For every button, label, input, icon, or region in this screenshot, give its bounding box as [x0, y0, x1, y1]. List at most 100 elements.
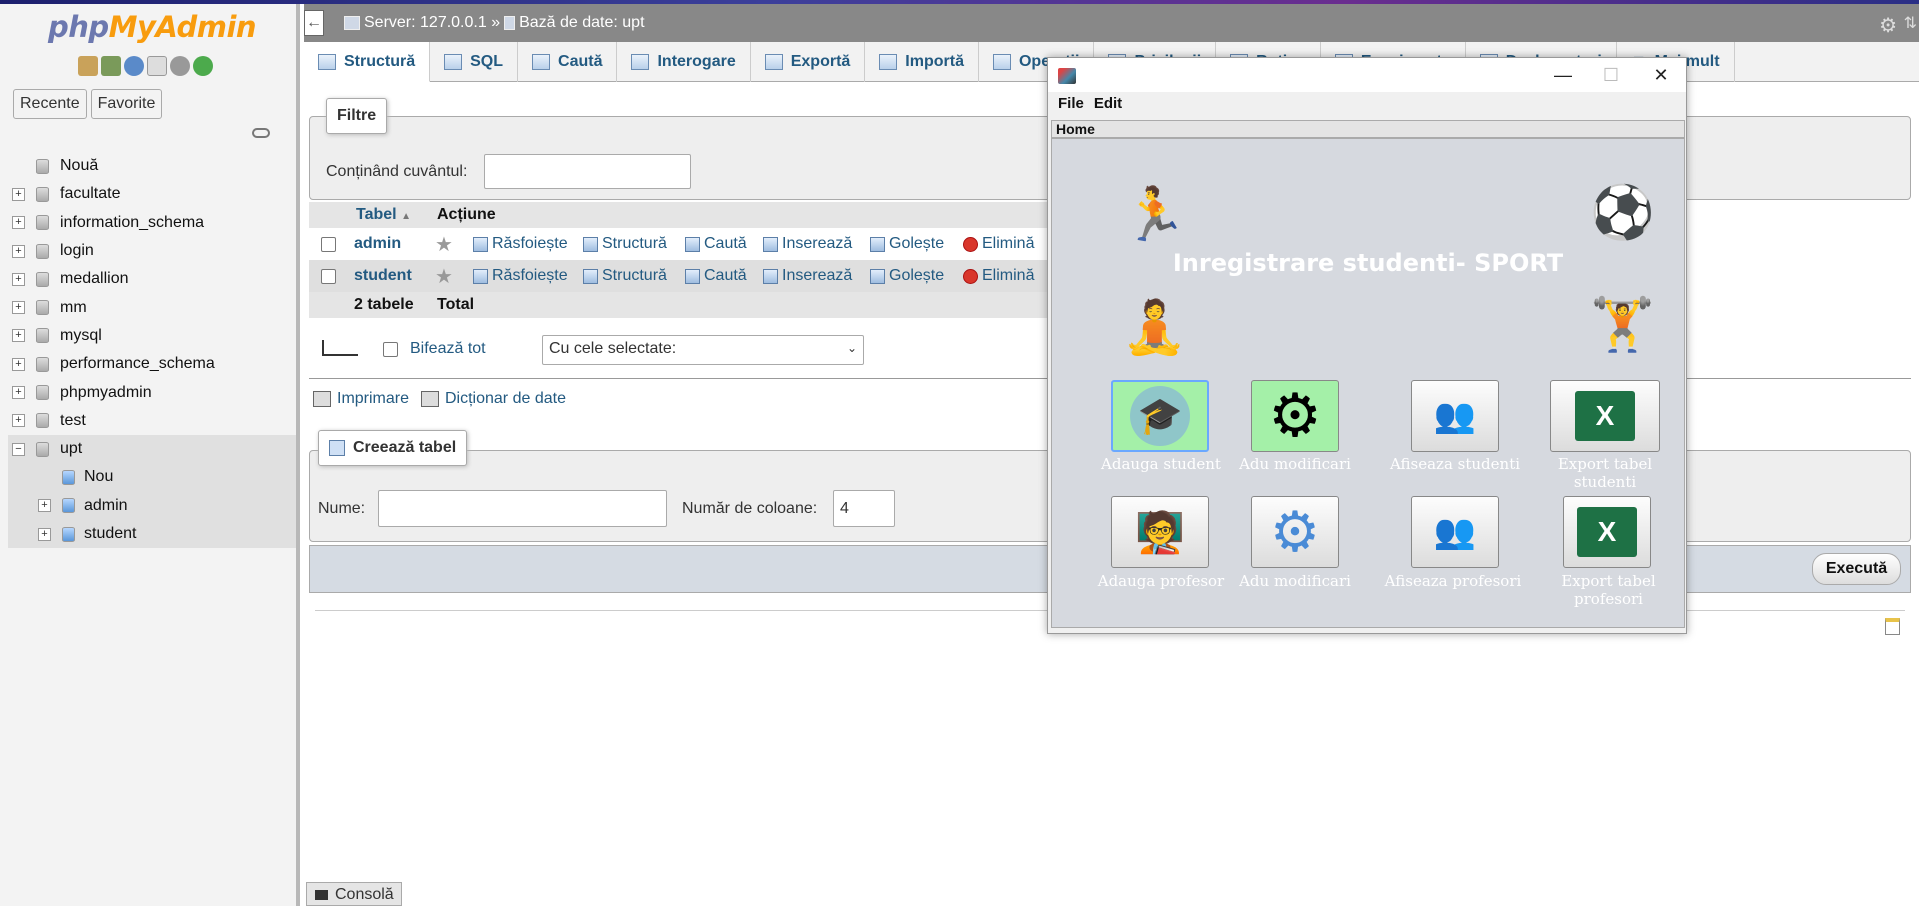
- row-checkbox[interactable]: [321, 268, 336, 284]
- drop-link[interactable]: Elimină: [963, 267, 1034, 285]
- tab-sql[interactable]: SQL: [430, 42, 519, 82]
- insert-link[interactable]: Inserează: [763, 267, 852, 285]
- empty-link[interactable]: Golește: [870, 235, 944, 253]
- reload-icon[interactable]: [193, 56, 213, 76]
- tab-structure[interactable]: Structură: [304, 42, 431, 82]
- link-with-main-icon[interactable]: [252, 128, 270, 138]
- check-all-label[interactable]: Bifează tot: [410, 340, 486, 358]
- column-header-table[interactable]: Tabel ▲: [356, 206, 411, 224]
- edit-button[interactable]: ⚙: [1251, 380, 1339, 452]
- print-link[interactable]: Imprimare: [313, 390, 409, 408]
- expand-icon[interactable]: +: [12, 414, 25, 428]
- tree-item-phpmyadmin[interactable]: + phpmyadmin: [8, 378, 296, 406]
- tab-import[interactable]: Importă: [865, 42, 979, 82]
- docs-icon[interactable]: [147, 56, 167, 76]
- columns-input[interactable]: [833, 490, 895, 527]
- tree-item-facultate[interactable]: + facultate: [8, 180, 296, 208]
- favorites-tab[interactable]: Favorite: [90, 89, 163, 119]
- add-professor-button[interactable]: 🧑‍🏫: [1111, 496, 1209, 568]
- browse-link[interactable]: Răsfoiește: [473, 235, 568, 253]
- expand-icon[interactable]: +: [12, 216, 25, 230]
- row-checkbox[interactable]: [321, 236, 336, 252]
- execute-button[interactable]: Execută: [1812, 553, 1901, 585]
- tab-search[interactable]: Caută: [518, 42, 618, 82]
- structure-link[interactable]: Structură: [583, 267, 667, 285]
- table-name-link[interactable]: student: [354, 267, 412, 285]
- soccer-player-icon: ⚽: [1590, 184, 1655, 242]
- menu-edit[interactable]: Edit: [1094, 95, 1122, 112]
- database-icon: [36, 300, 49, 316]
- expand-icon[interactable]: +: [12, 357, 25, 371]
- expand-icon[interactable]: +: [12, 272, 25, 286]
- expand-icon[interactable]: +: [12, 301, 25, 315]
- recent-tab[interactable]: Recente: [13, 89, 87, 119]
- tree-label: login: [60, 242, 94, 260]
- favorite-star-icon[interactable]: ★: [435, 232, 453, 257]
- data-dictionary-link[interactable]: Dicționar de date: [421, 390, 566, 408]
- show-students-button[interactable]: 👥: [1411, 380, 1499, 452]
- expand-icon[interactable]: +: [38, 527, 51, 541]
- home-icon[interactable]: [78, 56, 98, 76]
- edit-professor-button[interactable]: ⚙: [1251, 496, 1339, 568]
- tree-item-medallion[interactable]: + medallion: [8, 265, 296, 293]
- professors-icon: 👥: [1433, 513, 1477, 551]
- maximize-icon[interactable]: ☐: [1588, 60, 1634, 90]
- tree-item-test[interactable]: + test: [8, 407, 296, 435]
- favorite-star-icon[interactable]: ★: [435, 264, 453, 289]
- database-icon: [504, 16, 516, 30]
- table-name-input[interactable]: [378, 490, 667, 527]
- expand-icon[interactable]: +: [12, 386, 25, 400]
- add-student-button[interactable]: 🎓: [1111, 380, 1209, 452]
- drop-link[interactable]: Elimină: [963, 235, 1034, 253]
- gear-icon[interactable]: ⚙: [1879, 13, 1897, 38]
- tab-export[interactable]: Exportă: [751, 42, 866, 82]
- tree-item-login[interactable]: + login: [8, 237, 296, 265]
- breadcrumb-database[interactable]: Bază de date: upt: [519, 14, 644, 32]
- collapse-icon[interactable]: −: [12, 442, 25, 456]
- tree-item-student[interactable]: + student: [8, 519, 296, 549]
- tree-item-upt[interactable]: − upt: [8, 434, 296, 464]
- structure-link[interactable]: Structură: [583, 235, 667, 253]
- phpmyadmin-logo[interactable]: phpMyAdmin: [48, 10, 257, 44]
- expand-icon[interactable]: +: [12, 187, 25, 201]
- menu-file[interactable]: File: [1058, 95, 1084, 112]
- expand-icon[interactable]: +: [38, 499, 51, 513]
- double-arrow-icon[interactable]: ⇅: [1904, 13, 1917, 33]
- help-icon[interactable]: [124, 56, 144, 76]
- tree-item-new-db[interactable]: Nouă: [8, 152, 296, 180]
- search-icon: [685, 236, 700, 252]
- tree-item-performance-schema[interactable]: + performance_schema: [8, 350, 296, 378]
- empty-link[interactable]: Golește: [870, 267, 944, 285]
- settings-icon[interactable]: [170, 56, 190, 76]
- minimize-icon[interactable]: —: [1540, 60, 1586, 90]
- search-link[interactable]: Caută: [685, 267, 747, 285]
- close-icon[interactable]: ✕: [1638, 60, 1684, 90]
- search-link[interactable]: Caută: [685, 235, 747, 253]
- tree-item-new-table[interactable]: Nou: [8, 463, 296, 492]
- tree-item-admin[interactable]: + admin: [8, 491, 296, 520]
- show-professors-button[interactable]: 👥: [1411, 496, 1499, 568]
- breadcrumb-server[interactable]: Server: 127.0.0.1 »: [364, 14, 500, 32]
- tree-item-information-schema[interactable]: + information_schema: [8, 209, 296, 237]
- logout-icon[interactable]: [101, 56, 121, 76]
- tab-query[interactable]: Interogare: [617, 42, 751, 82]
- window-titlebar[interactable]: — ☐ ✕: [1048, 58, 1686, 92]
- with-selected-select[interactable]: Cu cele selectate: ⌄: [542, 335, 864, 365]
- database-icon: [36, 385, 49, 401]
- check-all-checkbox[interactable]: [383, 342, 398, 357]
- page-settings-icon[interactable]: [1885, 618, 1900, 635]
- expand-icon[interactable]: +: [12, 244, 25, 258]
- export-professors-button[interactable]: X: [1563, 496, 1651, 568]
- export-students-button[interactable]: X: [1550, 380, 1660, 452]
- collapse-nav-button[interactable]: ←: [304, 10, 324, 36]
- console-tab[interactable]: Consolă: [306, 882, 402, 906]
- tree-item-mm[interactable]: + mm: [8, 293, 296, 321]
- expand-icon[interactable]: +: [12, 329, 25, 343]
- table-name-link[interactable]: admin: [354, 235, 401, 253]
- insert-link[interactable]: Inserează: [763, 235, 852, 253]
- edit-professor-label: Adu modificari: [1239, 572, 1351, 590]
- tree-item-mysql[interactable]: + mysql: [8, 322, 296, 350]
- browse-link[interactable]: Răsfoiește: [473, 267, 568, 285]
- tab-home[interactable]: Home: [1051, 120, 1685, 138]
- filter-input[interactable]: [484, 154, 691, 189]
